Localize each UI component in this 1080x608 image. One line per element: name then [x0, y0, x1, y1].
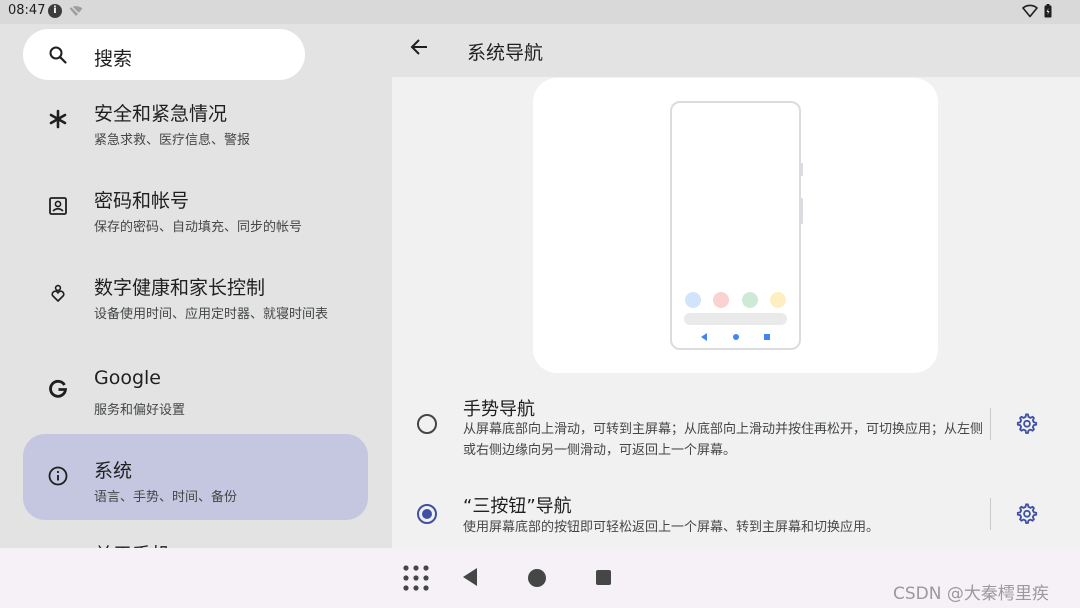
asterisk-icon: [46, 107, 70, 131]
preview-dot-green: [742, 292, 758, 308]
apps-grid-icon[interactable]: [403, 565, 429, 591]
preview-back-icon: [701, 333, 707, 341]
menu-item-system[interactable]: 系统 语言、手势、时间、备份: [23, 434, 368, 520]
wifi-icon: [1022, 4, 1038, 18]
account-box-icon: [46, 194, 70, 218]
preview-dot-yellow: [770, 292, 786, 308]
search-bar[interactable]: 搜索: [23, 29, 305, 80]
navigation-bar: CSDN @大秦樗里疾: [0, 548, 1080, 608]
page-title: 系统导航: [467, 42, 544, 64]
option-title: “三按钮”导航: [463, 496, 572, 517]
wifi-off-icon: [69, 5, 83, 17]
menu-item-digital-wellbeing[interactable]: 数字健康和家长控制 设备使用时间、应用定时器、就寝时间表: [23, 251, 368, 337]
preview-search-bar: [684, 313, 787, 325]
option-description: 使用屏幕底部的按钮即可轻松返回上一个屏幕、转到主屏幕和切换应用。: [463, 520, 880, 535]
option-title: 手势导航: [463, 399, 535, 420]
system-navigation-panel: 系统导航 手势导航 从屏幕底部向上滑动，可转到主屏幕；从底部向上滑动并按住再松开…: [392, 24, 1080, 548]
menu-item-title: 数字健康和家长控制: [94, 277, 266, 299]
battery-icon: [1044, 4, 1052, 18]
phone-side-button: [800, 198, 803, 224]
preview-dot-red: [713, 292, 729, 308]
menu-item-passwords-accounts[interactable]: 密码和帐号 保存的密码、自动填充、同步的帐号: [23, 164, 368, 250]
gear-icon[interactable]: [1016, 503, 1038, 525]
menu-item-google[interactable]: Google 服务和偏好设置: [23, 347, 368, 433]
google-icon: [46, 377, 70, 401]
digital-wellbeing-icon: [46, 281, 70, 305]
menu-item-subtitle: 设备使用时间、应用定时器、就寝时间表: [94, 307, 329, 322]
preview-dot-blue: [685, 292, 701, 308]
menu-item-safety-emergency[interactable]: 安全和紧急情况 紧急求救、医疗信息、警报: [23, 77, 368, 163]
back-triangle-icon[interactable]: [462, 567, 478, 587]
status-bar: 08:47 i: [0, 0, 1080, 24]
menu-item-title: 密码和帐号: [94, 190, 190, 212]
info-icon: i: [48, 4, 62, 18]
info-icon: [46, 464, 70, 488]
option-three-button-navigation[interactable]: “三按钮”导航 使用屏幕底部的按钮即可轻松返回上一个屏幕、转到主屏幕和切换应用。: [392, 488, 1080, 548]
phone-side-button: [800, 163, 803, 176]
navigation-preview-card: [533, 78, 938, 373]
phone-illustration: [670, 101, 803, 350]
gear-icon[interactable]: [1016, 413, 1038, 435]
search-label: 搜索: [94, 48, 133, 70]
radio-three-button-navigation[interactable]: [417, 504, 437, 524]
home-button-icon[interactable]: [528, 569, 546, 587]
watermark-text: CSDN @大秦樗里疾: [893, 584, 1049, 604]
option-divider: [990, 498, 991, 530]
menu-item-subtitle: 服务和偏好设置: [94, 403, 186, 418]
detail-header: 系统导航: [392, 24, 1080, 77]
option-description: 从屏幕底部向上滑动，可转到主屏幕；从底部向上滑动并按住再松开，可切换应用；从左侧…: [463, 422, 984, 458]
radio-gesture-navigation[interactable]: [417, 414, 437, 434]
preview-home-icon: [733, 334, 739, 340]
menu-item-about-phone-title[interactable]: 关于手机: [94, 540, 170, 548]
status-time: 08:47: [8, 3, 46, 18]
menu-item-subtitle: 保存的密码、自动填充、同步的帐号: [94, 220, 303, 235]
option-gesture-navigation[interactable]: 手势导航 从屏幕底部向上滑动，可转到主屏幕；从底部向上滑动并按住再松开，可切换应…: [392, 390, 1080, 470]
back-arrow-icon[interactable]: [409, 37, 429, 57]
recents-button-icon[interactable]: [596, 570, 611, 585]
preview-recents-icon: [764, 334, 770, 340]
settings-list-panel: 搜索 安全和紧急情况 紧急求救、医疗信息、警报 密码和帐号 保存的密码、自动填充…: [0, 24, 392, 548]
option-divider: [990, 408, 991, 440]
menu-item-title: 系统: [94, 460, 133, 482]
menu-item-subtitle: 语言、手势、时间、备份: [94, 490, 238, 505]
search-icon: [49, 46, 67, 64]
menu-item-subtitle: 紧急求救、医疗信息、警报: [94, 133, 251, 148]
menu-item-title: Google: [94, 367, 162, 389]
menu-item-title: 安全和紧急情况: [94, 103, 228, 125]
